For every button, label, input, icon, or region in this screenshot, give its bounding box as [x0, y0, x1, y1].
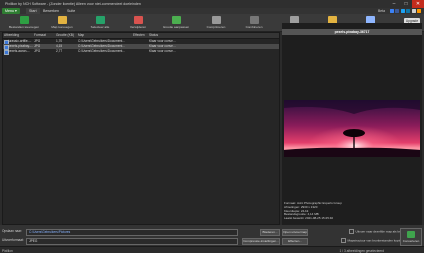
social-icon[interactable]: [417, 9, 421, 13]
compression-settings-button[interactable]: Compressie-instellingen...: [242, 237, 280, 245]
convert-label: Converteren: [402, 239, 420, 243]
table-row[interactable]: pexels-aaron-... JPG 2,77 C:\Users\Gebruike…: [3, 49, 279, 55]
column-header[interactable]: Map: [78, 33, 130, 38]
cell-format: JPG: [34, 49, 41, 53]
preview-info: Formaat: Joint Photographic Experts Grou…: [284, 201, 420, 221]
toolbar-button-label: Map toevoegen: [51, 25, 73, 29]
toolbar-button-3[interactable]: Verwijderen: [118, 15, 158, 31]
toolbar-button-1[interactable]: Map toevoegen: [42, 15, 82, 31]
column-header[interactable]: Afbeelding: [4, 33, 33, 38]
toolbar-button-4[interactable]: Grootte aanpassen: [156, 15, 196, 31]
open-output-folder-button[interactable]: Open uitvoermap: [282, 228, 308, 236]
save-to-label: Opslaan naar:: [2, 229, 23, 233]
close-button[interactable]: ✕: [412, 0, 424, 8]
resize-icon: [171, 15, 181, 24]
output-settings-panel: Opslaan naar: C:\Users\Gebruikers\Pictur…: [0, 225, 424, 246]
toolbar-button-label: Selecteer alle: [90, 25, 110, 29]
column-header[interactable]: Grootte (KB): [56, 33, 77, 38]
preview-panel: pexels-pixabay-36717 Formaat: Joint Phot…: [282, 23, 422, 225]
minimize-button[interactable]: –: [388, 0, 400, 8]
folder-icon: [57, 15, 67, 24]
social-icon[interactable]: [406, 9, 410, 13]
status-selection-count: 1 / 3 afbeeldingen geselecteerd: [339, 248, 384, 253]
status-bar: Pixillion 1 / 3 afbeeldingen geselecteer…: [0, 246, 424, 253]
convert-icon: [407, 230, 415, 238]
browse-button[interactable]: Bladeren...: [260, 228, 280, 236]
copy-structure-label: Mapstructuur van bronbestanden kopiëren: [347, 238, 406, 243]
window-title: Pixillion by NCH Software - (Zonder lice…: [5, 1, 141, 6]
toolbar-button-label: Bestanden toevoegen: [8, 25, 40, 29]
toolbar-button-label: Verwijderen: [129, 25, 147, 29]
beta-label: Beta: [378, 9, 385, 13]
compress-icon: [211, 15, 221, 24]
cell-name: pexels-aaron-...: [8, 49, 31, 53]
toolbar-button-6[interactable]: Combineren: [234, 15, 274, 31]
status-app-name: Pixillion: [2, 248, 13, 253]
save-path-input[interactable]: C:\Users\Gebruikers\Pictures: [26, 228, 238, 236]
column-header[interactable]: Effecten: [133, 33, 148, 38]
checkmark-icon: [95, 15, 105, 24]
cell-size: 2,77: [56, 49, 63, 53]
toolbar-button-2[interactable]: Selecteer alle: [80, 15, 120, 31]
cell-status: Klaar voor conve...: [149, 49, 176, 53]
sunset-tree-image: [284, 100, 420, 157]
column-header[interactable]: Formaat: [34, 33, 55, 38]
file-list-panel: Afbeelding Formaat Grootte (KB) Map Effecten…: [2, 32, 280, 225]
social-icon[interactable]: [411, 9, 416, 13]
output-format-select[interactable]: JPEG: [26, 237, 238, 245]
social-icons: Beta: [378, 9, 421, 13]
convert-button[interactable]: Converteren: [400, 228, 422, 246]
delete-icon: [133, 15, 143, 24]
social-icon[interactable]: [395, 9, 399, 13]
toolbar-button-label: Combineren: [245, 25, 263, 29]
column-header[interactable]: Status: [149, 33, 179, 38]
cell-effects: [133, 49, 148, 54]
cell-folder: C:\Users\Gebruikers\Document...: [78, 49, 125, 53]
preview-title: pexels-pixabay-36717: [282, 29, 422, 35]
toolbar-button-label: Comprimeren: [206, 25, 226, 29]
output-format-label: Uitvoerformaat:: [2, 238, 24, 242]
title-bar: Pixillion by NCH Software - (Zonder lice…: [0, 0, 424, 8]
toolbar-button-label: Grootte aanpassen: [162, 25, 190, 29]
copy-structure-checkbox[interactable]: Mapstructuur van bronbestanden kopiëren: [341, 238, 406, 243]
plus-icon: [19, 15, 29, 24]
toolbar-button-5[interactable]: Comprimeren: [196, 15, 236, 31]
maximize-button[interactable]: □: [400, 0, 412, 8]
social-icon[interactable]: [400, 9, 405, 13]
toolbar-button-0[interactable]: Bestanden toevoegen: [4, 15, 44, 31]
combine-icon: [249, 15, 259, 24]
preview-info-line: Laatst bewerkt: 2021-08-25 15:25:40: [284, 216, 334, 221]
effects-button[interactable]: Effecten...: [282, 237, 308, 245]
social-icon[interactable]: [389, 9, 394, 13]
preview-image: [284, 100, 420, 157]
